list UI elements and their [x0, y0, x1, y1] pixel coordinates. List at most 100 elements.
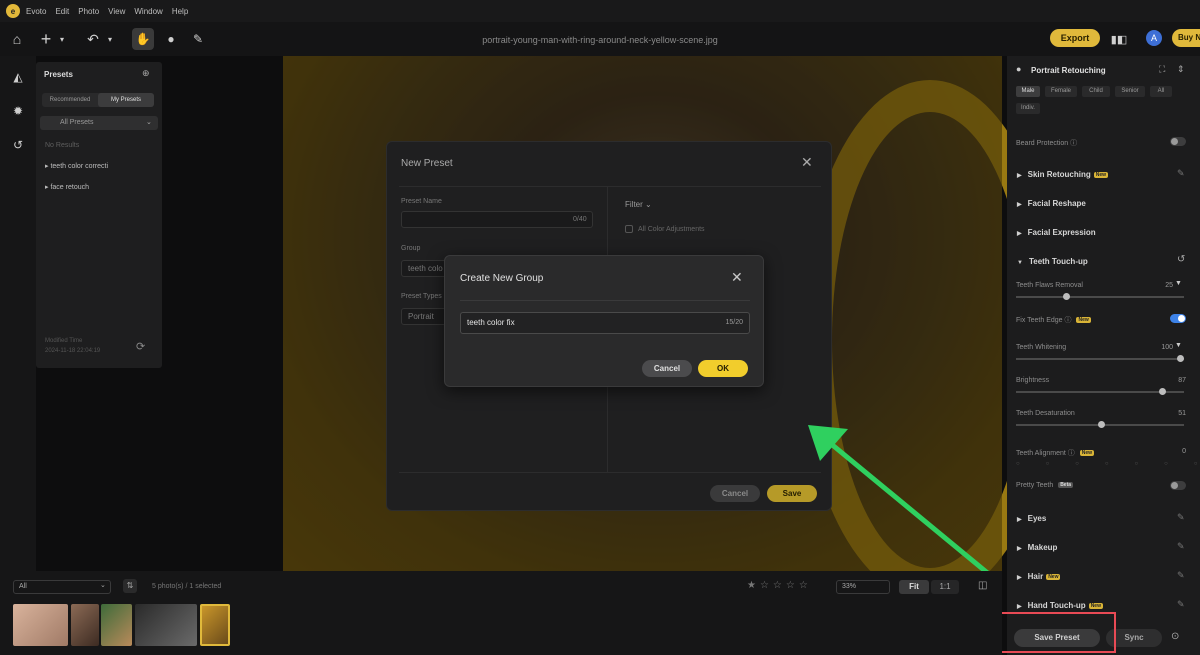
- eraser-icon[interactable]: ✎: [189, 30, 207, 48]
- thumbnail-selected[interactable]: [200, 604, 230, 646]
- home-icon[interactable]: ⌂: [8, 30, 26, 48]
- checkbox[interactable]: [625, 225, 633, 233]
- add-icon[interactable]: +: [37, 29, 55, 49]
- refresh-icon[interactable]: ⟳: [136, 340, 145, 353]
- beard-protection-label: Beard Protection ⓘ: [1016, 140, 1078, 147]
- filter-dropdown[interactable]: Filter ⌄: [625, 200, 652, 209]
- chip-male[interactable]: Male: [1016, 86, 1040, 97]
- thumbnail[interactable]: [13, 604, 68, 646]
- edit-icon[interactable]: ✎: [1177, 570, 1185, 581]
- beard-protection-toggle[interactable]: [1170, 137, 1186, 146]
- edit-icon[interactable]: ✎: [1177, 512, 1185, 523]
- export-button[interactable]: Export: [1050, 29, 1100, 47]
- avatar[interactable]: A: [1146, 30, 1162, 46]
- zoom-select[interactable]: 33%: [836, 580, 890, 594]
- rating-stars-icon[interactable]: ★☆☆☆☆: [747, 580, 812, 591]
- alignment-ticks[interactable]: ○○○○○○○: [1016, 461, 1197, 467]
- caret-down-icon[interactable]: ▼: [1175, 342, 1182, 349]
- section-skin-retouching[interactable]: ▶ Skin Retouching New: [1017, 170, 1109, 179]
- preset-group-item[interactable]: ▸ teeth color correcti: [45, 162, 108, 170]
- group-label: Group: [401, 245, 421, 252]
- teeth-flaws-slider[interactable]: [1016, 293, 1184, 300]
- teeth-desaturation-slider[interactable]: [1016, 421, 1184, 428]
- brush-icon[interactable]: ●: [162, 30, 180, 48]
- section-facial-reshape[interactable]: ▶ Facial Reshape: [1017, 199, 1086, 208]
- slider-knob[interactable]: [1062, 293, 1070, 300]
- presets-filter-select[interactable]: All Presets: [40, 116, 158, 130]
- zoom-value: 33%: [842, 583, 857, 590]
- menu-app[interactable]: Evoto: [26, 7, 46, 16]
- section-makeup[interactable]: ▶ Makeup: [1017, 543, 1057, 552]
- ok-button[interactable]: OK: [698, 360, 748, 377]
- new-badge: New: [1088, 602, 1103, 609]
- menu-window[interactable]: Window: [134, 7, 162, 16]
- section-hair[interactable]: ▶ Hair New: [1017, 572, 1061, 581]
- teeth-whitening-slider[interactable]: [1016, 355, 1184, 362]
- edit-icon[interactable]: ✎: [1177, 541, 1185, 552]
- edit-icon[interactable]: ✎: [1177, 168, 1185, 179]
- section-label: Teeth Touch-up: [1028, 257, 1088, 266]
- section-facial-expression[interactable]: ▶ Facial Expression: [1017, 228, 1096, 237]
- chevron-down-icon[interactable]: ▾: [58, 30, 66, 48]
- history-icon[interactable]: ↺: [9, 136, 27, 154]
- filmstrip-filter-select[interactable]: All: [13, 580, 111, 594]
- sync-settings-icon[interactable]: ⊙: [1171, 631, 1179, 642]
- slider-label: Brightness: [1016, 377, 1050, 384]
- thumbnail[interactable]: [71, 604, 99, 646]
- filter-label: Filter: [625, 200, 643, 209]
- close-icon[interactable]: ✕: [801, 154, 813, 171]
- menu-edit[interactable]: Edit: [55, 7, 69, 16]
- close-icon[interactable]: ✕: [731, 269, 743, 286]
- menu-photo[interactable]: Photo: [78, 7, 99, 16]
- section-teeth-touch-up[interactable]: ▼ Teeth Touch-up: [1017, 257, 1088, 266]
- caret-right-icon: ▶: [1017, 546, 1022, 552]
- expand-icon[interactable]: ⛶: [1159, 64, 1165, 75]
- actual-size-button[interactable]: 1:1: [931, 580, 959, 594]
- menubar: e Evoto Edit Photo View Window Help: [0, 0, 1200, 22]
- slider-value: 100: [1161, 344, 1173, 351]
- menu-view[interactable]: View: [108, 7, 125, 16]
- reset-icon[interactable]: ↺: [1177, 254, 1185, 265]
- brightness-slider[interactable]: [1016, 388, 1184, 395]
- edit-icon[interactable]: ✎: [1177, 599, 1185, 610]
- chip-all[interactable]: All: [1150, 86, 1172, 97]
- fit-button[interactable]: Fit: [899, 580, 929, 594]
- compare-icon[interactable]: ▮◧: [1110, 30, 1128, 48]
- section-eyes[interactable]: ▶ Eyes: [1017, 514, 1046, 523]
- tab-my-presets[interactable]: My Presets: [98, 93, 154, 107]
- right-adjustments-panel: ● Portrait Retouching ⛶ ⇕ Male Female Ch…: [1007, 56, 1200, 655]
- portrait-icon: ●: [1016, 64, 1022, 74]
- pretty-teeth-toggle[interactable]: [1170, 481, 1186, 490]
- chip-individual[interactable]: Indiv.: [1016, 103, 1040, 114]
- caret-right-icon: ▶: [1017, 173, 1022, 179]
- section-hand-touch-up[interactable]: ▶ Hand Touch-up New: [1017, 601, 1103, 610]
- panel-toggle-icon[interactable]: ◫: [978, 580, 987, 591]
- caret-down-icon[interactable]: ▼: [1175, 280, 1182, 287]
- chip-female[interactable]: Female: [1045, 86, 1077, 97]
- cancel-button[interactable]: Cancel: [710, 485, 760, 502]
- thumbnail[interactable]: [101, 604, 132, 646]
- effects-icon[interactable]: ✹: [9, 102, 27, 120]
- presets-icon[interactable]: ◭: [9, 68, 27, 86]
- preset-group-item[interactable]: ▸ face retouch: [45, 183, 89, 191]
- slider-knob[interactable]: [1177, 355, 1184, 362]
- sort-icon[interactable]: ⇅: [123, 579, 137, 593]
- chip-child[interactable]: Child: [1082, 86, 1110, 97]
- chevron-down-icon[interactable]: ▾: [106, 30, 114, 48]
- collapse-icon[interactable]: ⇕: [1177, 64, 1185, 75]
- cancel-button[interactable]: Cancel: [642, 360, 692, 377]
- undo-icon[interactable]: ↶: [84, 30, 102, 48]
- slider-knob[interactable]: [1158, 388, 1166, 395]
- fix-edge-toggle[interactable]: [1170, 314, 1186, 323]
- add-preset-icon[interactable]: ⊕: [142, 68, 150, 79]
- menu-help[interactable]: Help: [172, 7, 188, 16]
- thumbnail[interactable]: [135, 604, 197, 646]
- buy-now-button[interactable]: Buy N: [1172, 29, 1200, 47]
- preset-name-field[interactable]: [401, 211, 593, 228]
- tab-recommended[interactable]: Recommended: [42, 93, 98, 107]
- slider-knob[interactable]: [1098, 421, 1106, 428]
- divider: [460, 300, 750, 301]
- section-label: Eyes: [1027, 514, 1047, 523]
- preset-type-label: Preset Types: [401, 293, 442, 300]
- chip-senior[interactable]: Senior: [1115, 86, 1145, 97]
